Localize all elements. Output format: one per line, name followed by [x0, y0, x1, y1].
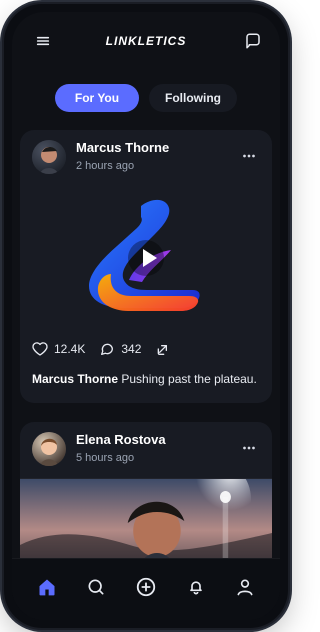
post-author[interactable]: Elena Rostova	[76, 432, 166, 447]
chat-icon	[244, 32, 262, 55]
heart-icon	[32, 341, 48, 357]
post-media[interactable]	[20, 184, 272, 332]
post-caption: Marcus Thorne Pushing past the plateau.	[20, 366, 272, 388]
comment-action[interactable]: 342	[99, 341, 141, 357]
post-card: Marcus Thorne 2 hours ago 12.4K 342 Marc…	[20, 130, 272, 403]
user-icon	[235, 577, 255, 602]
comment-count: 342	[121, 342, 142, 356]
more-icon	[240, 147, 258, 168]
search-icon	[86, 577, 106, 602]
add-icon	[135, 576, 157, 603]
avatar[interactable]	[32, 432, 66, 466]
post-author[interactable]: Marcus Thorne	[76, 140, 169, 155]
nav-search[interactable]	[79, 573, 113, 607]
post-header: Marcus Thorne 2 hours ago	[20, 130, 272, 184]
share-action[interactable]	[155, 341, 171, 357]
post-more-button[interactable]	[236, 436, 262, 462]
post-more-button[interactable]	[236, 144, 262, 170]
like-count: 12.4K	[54, 342, 86, 356]
home-icon	[37, 577, 57, 602]
more-icon	[240, 439, 258, 460]
caption-author[interactable]: Marcus Thorne	[32, 372, 118, 386]
feed-tabs: For You Following	[12, 84, 280, 112]
tab-for-you[interactable]: For You	[55, 84, 139, 112]
video-thumbnail	[89, 199, 200, 311]
post-time: 2 hours ago	[76, 160, 135, 172]
nav-home[interactable]	[30, 573, 64, 607]
post-time: 5 hours ago	[76, 452, 135, 464]
like-action[interactable]: 12.4K	[32, 341, 85, 357]
screen: LINKLETICS For You Following Marcus Thor…	[12, 12, 280, 620]
messages-button[interactable]	[240, 30, 266, 56]
caption-text: Pushing past the plateau.	[121, 372, 257, 386]
bell-icon	[186, 577, 206, 602]
nav-notifications[interactable]	[179, 573, 213, 607]
post-header: Elena Rostova 5 hours ago	[20, 422, 272, 476]
share-icon	[155, 341, 171, 357]
phone-frame: LINKLETICS For You Following Marcus Thor…	[4, 4, 288, 628]
nav-profile[interactable]	[228, 573, 262, 607]
avatar[interactable]	[32, 140, 66, 174]
bottom-nav	[12, 558, 280, 620]
nav-add[interactable]	[129, 573, 163, 607]
top-bar: LINKLETICS	[12, 12, 280, 72]
tab-following[interactable]: Following	[149, 84, 237, 112]
comment-icon	[99, 341, 115, 357]
post-actions: 12.4K 342	[20, 332, 272, 366]
